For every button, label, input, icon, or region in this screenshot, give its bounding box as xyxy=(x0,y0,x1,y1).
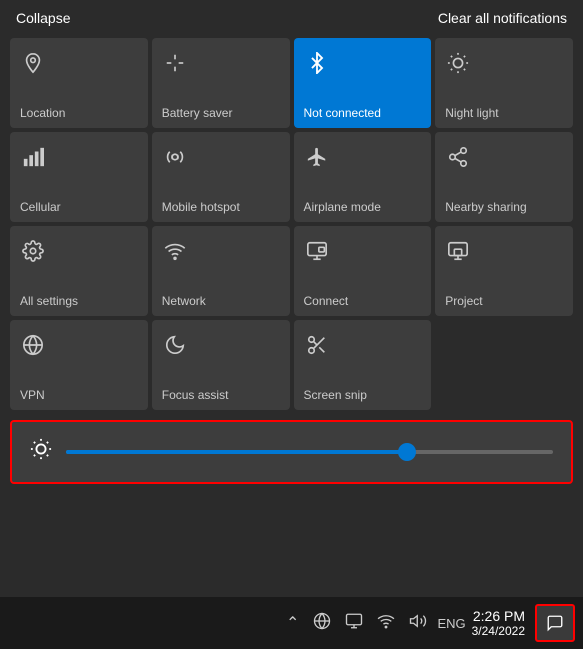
taskbar-date: 3/24/2022 xyxy=(472,624,525,638)
tile-vpn[interactable]: VPN xyxy=(10,320,148,410)
tile-project-label: Project xyxy=(445,294,482,308)
tile-airplane-mode-label: Airplane mode xyxy=(304,200,381,214)
action-center: Collapse Clear all notifications Locatio… xyxy=(0,0,583,649)
tile-night-light[interactable]: Night light xyxy=(435,38,573,128)
network-icon xyxy=(164,240,186,268)
vpn-icon xyxy=(22,334,44,362)
top-bar: Collapse Clear all notifications xyxy=(0,0,583,34)
tile-mobile-hotspot-label: Mobile hotspot xyxy=(162,200,240,214)
clear-notifications-button[interactable]: Clear all notifications xyxy=(438,10,567,26)
tile-bluetooth-label: Not connected xyxy=(304,106,381,120)
taskbar: ⌃ xyxy=(0,597,583,649)
taskbar-clock: 2:26 PM xyxy=(473,608,525,624)
tile-location[interactable]: Location xyxy=(10,38,148,128)
night-light-icon xyxy=(447,52,469,80)
tile-connect-label: Connect xyxy=(304,294,349,308)
tile-connect[interactable]: Connect xyxy=(294,226,432,316)
tile-network[interactable]: Network xyxy=(152,226,290,316)
brightness-slider-thumb[interactable] xyxy=(398,443,416,461)
tile-nearby-sharing-label: Nearby sharing xyxy=(445,200,526,214)
bluetooth-icon xyxy=(306,52,328,80)
tile-network-label: Network xyxy=(162,294,206,308)
notification-center-button[interactable] xyxy=(535,604,575,642)
brightness-icon xyxy=(30,438,52,466)
tile-location-label: Location xyxy=(20,106,65,120)
tile-nearby-sharing[interactable]: Nearby sharing xyxy=(435,132,573,222)
all-settings-icon xyxy=(22,240,44,268)
quick-actions-grid: Location Battery saver Not connected xyxy=(0,34,583,414)
tile-focus-assist[interactable]: Focus assist xyxy=(152,320,290,410)
connect-icon xyxy=(306,240,328,268)
brightness-slider-fill xyxy=(66,450,407,454)
screen-snip-icon xyxy=(306,334,328,362)
tile-cellular[interactable]: Cellular xyxy=(10,132,148,222)
tile-battery-saver[interactable]: Battery saver xyxy=(152,38,290,128)
language-label[interactable]: ENG xyxy=(437,616,465,631)
tile-all-settings[interactable]: All settings xyxy=(10,226,148,316)
focus-assist-icon xyxy=(164,334,186,362)
chevron-up-icon[interactable]: ⌃ xyxy=(282,611,303,635)
taskbar-display-icon[interactable] xyxy=(341,610,367,637)
mobile-hotspot-icon xyxy=(164,146,186,174)
brightness-slider-area xyxy=(10,420,573,484)
location-icon xyxy=(22,52,44,80)
taskbar-wifi-icon[interactable] xyxy=(373,610,399,637)
tile-airplane-mode[interactable]: Airplane mode xyxy=(294,132,432,222)
battery-saver-icon xyxy=(164,52,186,80)
cellular-icon xyxy=(22,146,44,174)
tile-mobile-hotspot[interactable]: Mobile hotspot xyxy=(152,132,290,222)
tile-all-settings-label: All settings xyxy=(20,294,78,308)
tile-battery-saver-label: Battery saver xyxy=(162,106,233,120)
taskbar-network-icon[interactable] xyxy=(309,610,335,637)
tile-focus-assist-label: Focus assist xyxy=(162,388,229,402)
nearby-sharing-icon xyxy=(447,146,469,174)
tile-cellular-label: Cellular xyxy=(20,200,61,214)
tile-bluetooth[interactable]: Not connected xyxy=(294,38,432,128)
airplane-mode-icon xyxy=(306,146,328,174)
tile-project[interactable]: Project xyxy=(435,226,573,316)
taskbar-volume-icon[interactable] xyxy=(405,610,431,637)
project-icon xyxy=(447,240,469,268)
tile-screen-snip[interactable]: Screen snip xyxy=(294,320,432,410)
tile-night-light-label: Night light xyxy=(445,106,498,120)
collapse-button[interactable]: Collapse xyxy=(16,10,70,26)
tile-screen-snip-label: Screen snip xyxy=(304,388,367,402)
tile-vpn-label: VPN xyxy=(20,388,45,402)
taskbar-time[interactable]: 2:26 PM 3/24/2022 xyxy=(472,608,525,638)
brightness-slider-track[interactable] xyxy=(66,450,553,454)
